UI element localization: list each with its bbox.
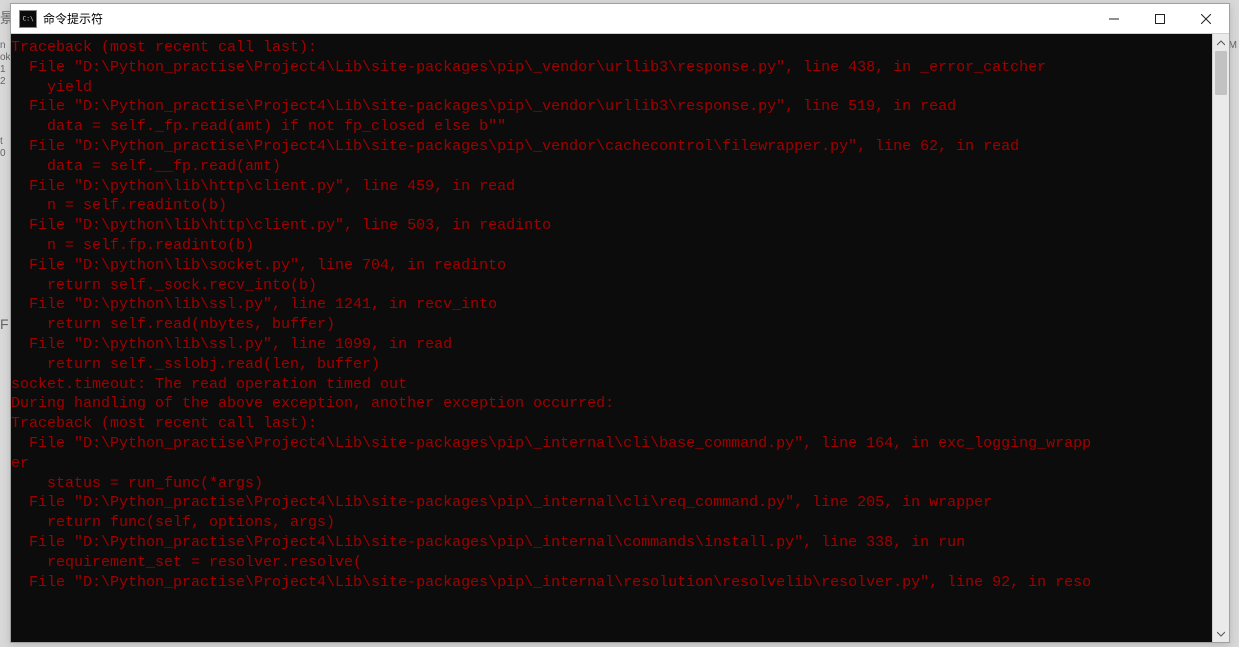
terminal-line: return self._sock.recv_into(b) — [11, 276, 1212, 296]
vertical-scrollbar[interactable] — [1212, 34, 1229, 642]
terminal-line: return self.read(nbytes, buffer) — [11, 315, 1212, 335]
terminal-line: socket.timeout: The read operation timed… — [11, 375, 1212, 395]
terminal-line: File "D:\python\lib\http\client.py", lin… — [11, 177, 1212, 197]
client-area: Traceback (most recent call last): File … — [11, 34, 1229, 642]
terminal-line: File "D:\Python_practise\Project4\Lib\si… — [11, 533, 1212, 553]
terminal-line: requirement_set = resolver.resolve( — [11, 553, 1212, 573]
terminal-line: yield — [11, 78, 1212, 98]
close-button[interactable] — [1183, 4, 1229, 34]
command-prompt-window: C:\ 命令提示符 Traceback (most recent call la… — [10, 3, 1230, 643]
terminal-line: n = self.readinto(b) — [11, 196, 1212, 216]
terminal-line: return func(self, options, args) — [11, 513, 1212, 533]
terminal-line: data = self.__fp.read(amt) — [11, 157, 1212, 177]
terminal-line: File "D:\python\lib\socket.py", line 704… — [11, 256, 1212, 276]
chevron-down-icon — [1217, 630, 1225, 638]
terminal-line: status = run_func(*args) — [11, 474, 1212, 494]
terminal-line: File "D:\python\lib\ssl.py", line 1099, … — [11, 335, 1212, 355]
terminal-line: File "D:\Python_practise\Project4\Lib\si… — [11, 493, 1212, 513]
terminal-line: n = self.fp.readinto(b) — [11, 236, 1212, 256]
minimize-button[interactable] — [1091, 4, 1137, 34]
titlebar[interactable]: C:\ 命令提示符 — [11, 4, 1229, 34]
terminal-output[interactable]: Traceback (most recent call last): File … — [11, 34, 1212, 642]
maximize-button[interactable] — [1137, 4, 1183, 34]
cmd-icon: C:\ — [19, 10, 37, 28]
window-title: 命令提示符 — [43, 10, 103, 27]
maximize-icon — [1155, 14, 1165, 24]
terminal-line: return self._sslobj.read(len, buffer) — [11, 355, 1212, 375]
terminal-line: Traceback (most recent call last): — [11, 414, 1212, 434]
scroll-up-button[interactable] — [1213, 34, 1229, 51]
terminal-line: During handling of the above exception, … — [11, 394, 1212, 414]
terminal-line: File "D:\Python_practise\Project4\Lib\si… — [11, 573, 1212, 593]
terminal-line: File "D:\Python_practise\Project4\Lib\si… — [11, 97, 1212, 117]
minimize-icon — [1109, 14, 1119, 24]
terminal-line: File "D:\Python_practise\Project4\Lib\si… — [11, 58, 1212, 78]
terminal-line: data = self._fp.read(amt) if not fp_clos… — [11, 117, 1212, 137]
terminal-line: File "D:\python\lib\ssl.py", line 1241, … — [11, 295, 1212, 315]
terminal-line: er — [11, 454, 1212, 474]
close-icon — [1201, 14, 1211, 24]
terminal-line: Traceback (most recent call last): — [11, 38, 1212, 58]
scroll-down-button[interactable] — [1213, 625, 1229, 642]
chevron-up-icon — [1217, 39, 1225, 47]
terminal-line: File "D:\python\lib\http\client.py", lin… — [11, 216, 1212, 236]
terminal-line: File "D:\Python_practise\Project4\Lib\si… — [11, 434, 1212, 454]
scroll-thumb[interactable] — [1215, 51, 1227, 95]
terminal-line: File "D:\Python_practise\Project4\Lib\si… — [11, 137, 1212, 157]
